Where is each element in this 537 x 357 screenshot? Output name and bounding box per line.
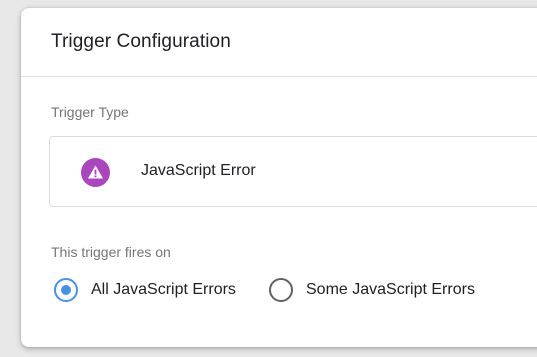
panel-header: Trigger Configuration bbox=[21, 8, 537, 77]
radio-checked-icon[interactable] bbox=[54, 278, 78, 302]
radio-label-some: Some JavaScript Errors bbox=[306, 281, 475, 298]
radio-dot bbox=[61, 285, 71, 295]
panel-title: Trigger Configuration bbox=[51, 31, 231, 52]
trigger-type-name: JavaScript Error bbox=[141, 162, 256, 179]
warning-triangle-icon bbox=[81, 158, 110, 187]
trigger-configuration-panel: Trigger Configuration Trigger Type JavaS… bbox=[21, 8, 537, 347]
radio-unchecked-icon[interactable] bbox=[269, 278, 293, 302]
radio-label-all: All JavaScript Errors bbox=[91, 281, 236, 298]
fires-on-label: This trigger fires on bbox=[51, 244, 171, 260]
trigger-type-card[interactable]: JavaScript Error bbox=[49, 136, 537, 207]
trigger-type-label: Trigger Type bbox=[51, 104, 129, 120]
